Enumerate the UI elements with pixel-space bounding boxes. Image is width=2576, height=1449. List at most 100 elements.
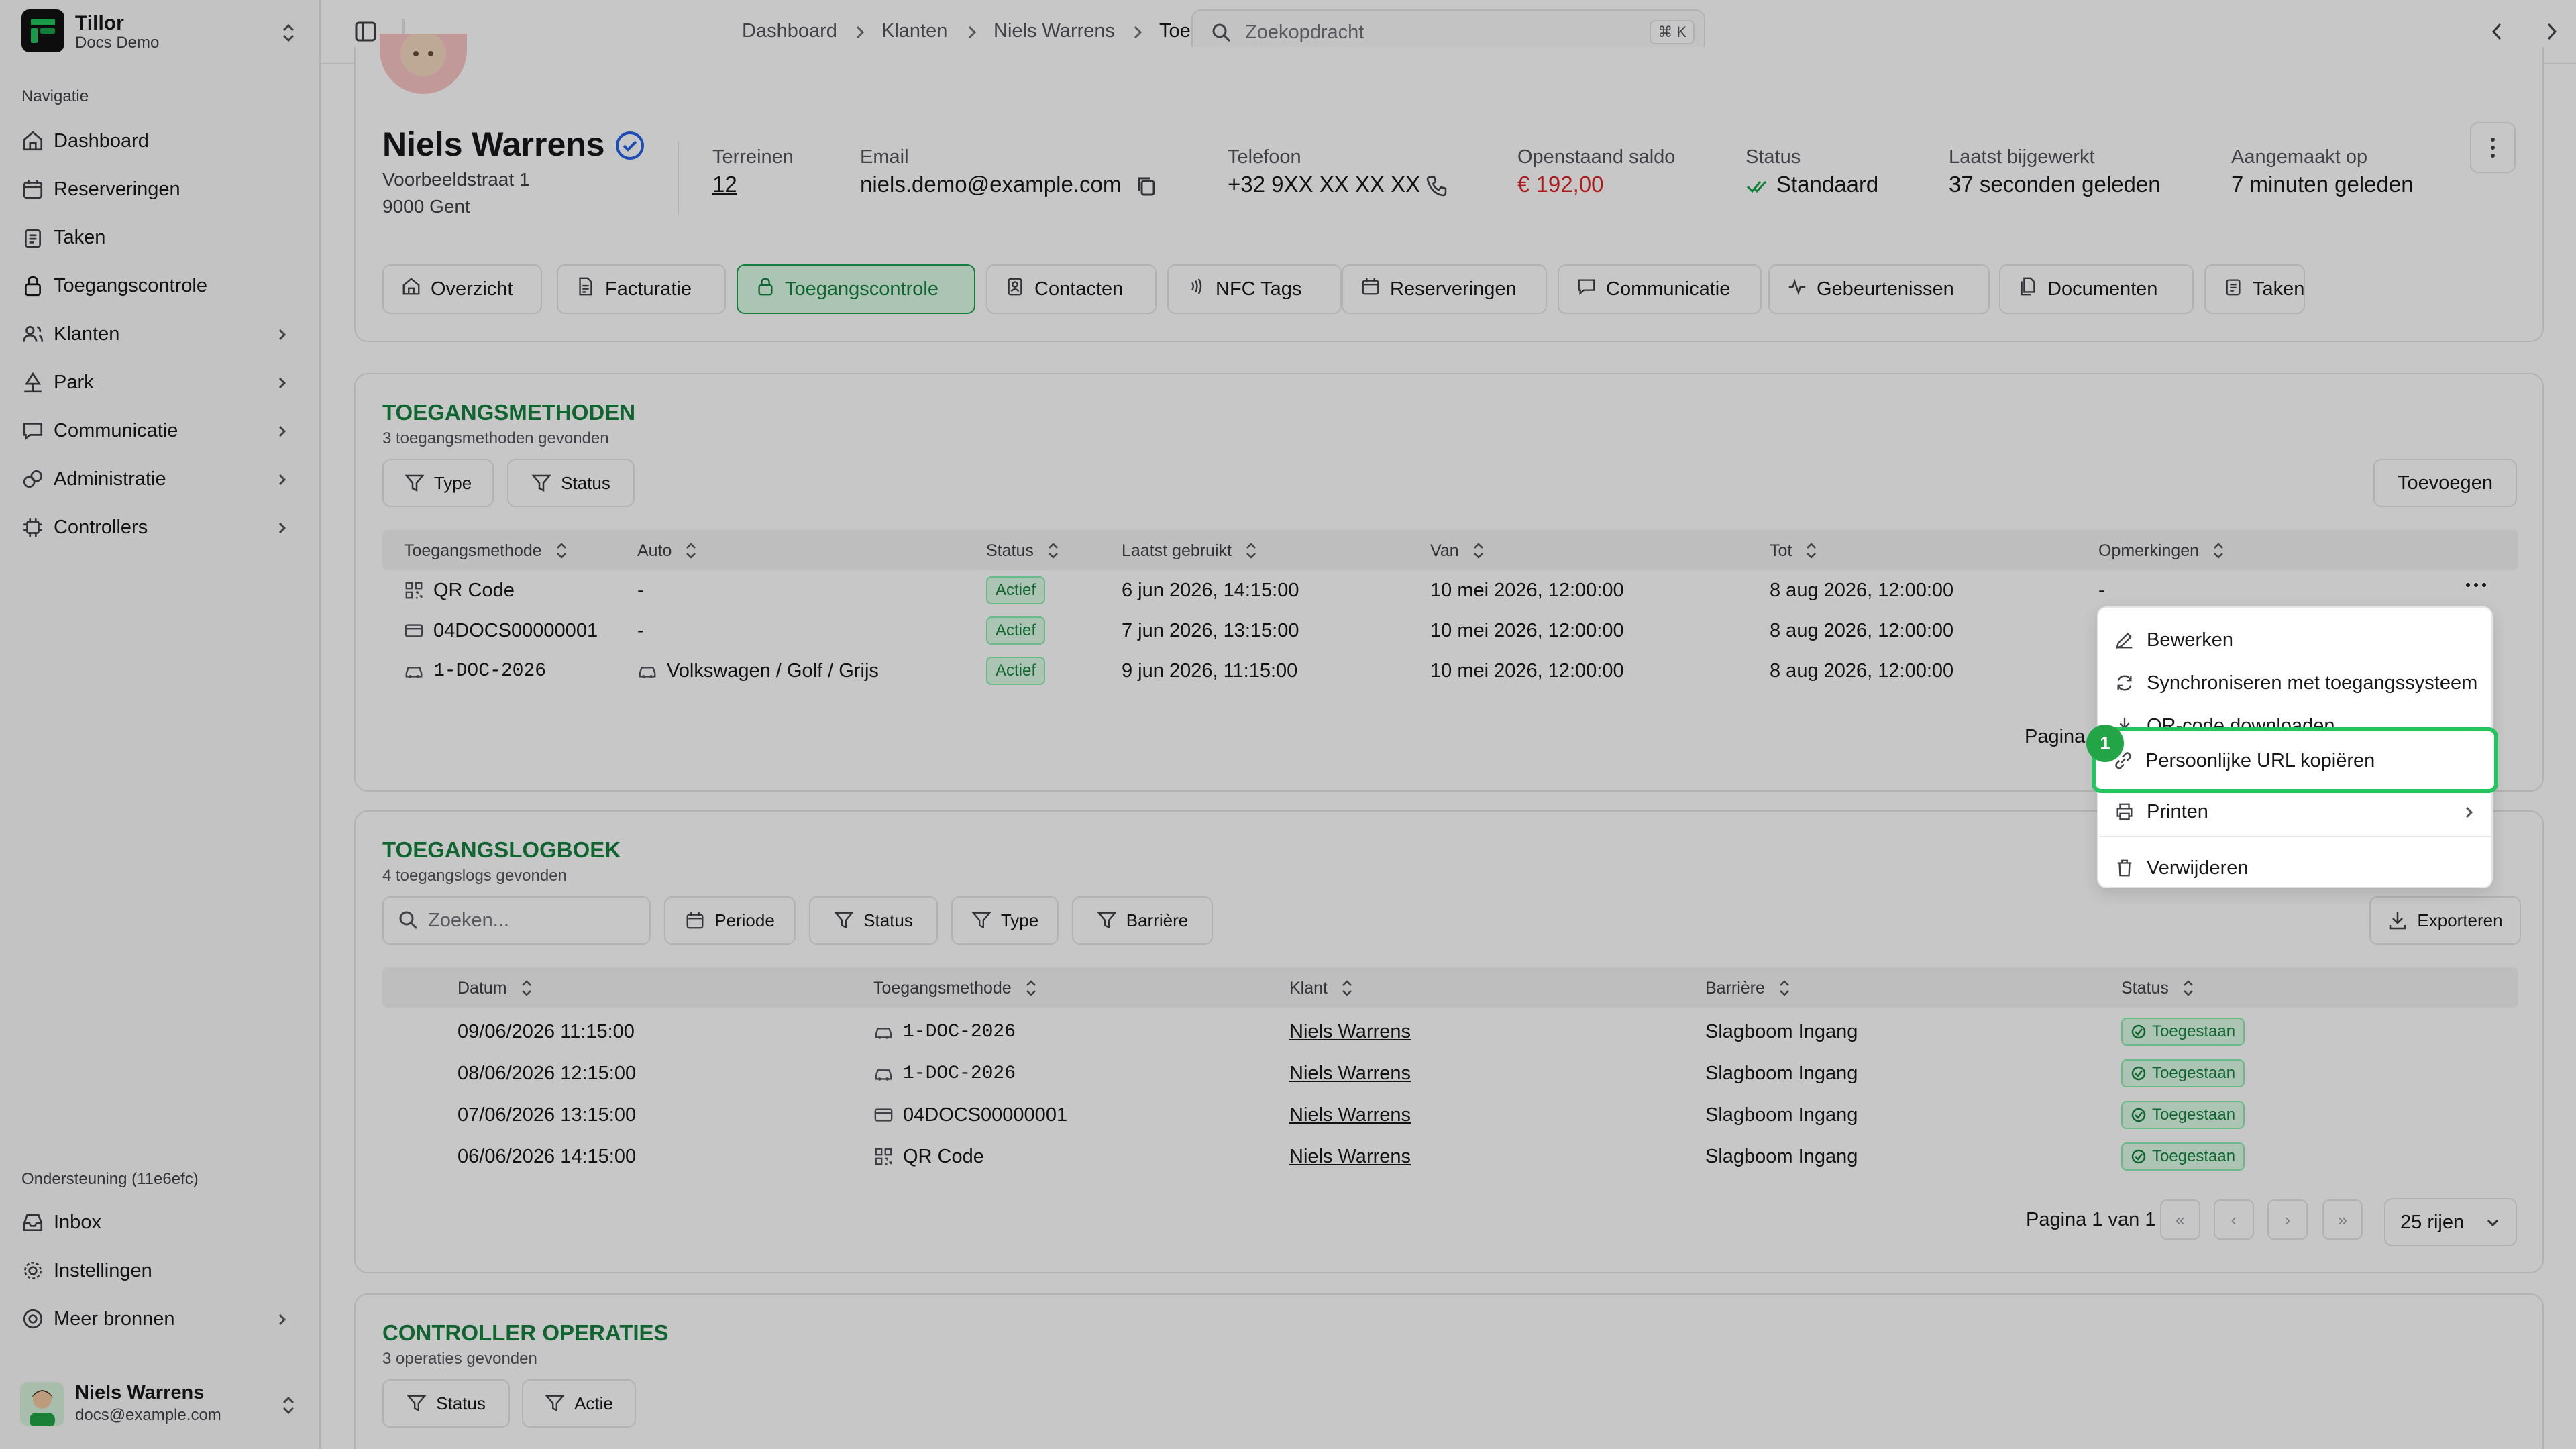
tab-gebeurtenissen[interactable]: Gebeurtenissen bbox=[1768, 264, 1990, 314]
sort-icon[interactable] bbox=[554, 541, 569, 561]
sort-icon[interactable] bbox=[519, 978, 534, 998]
prev-page-button[interactable]: ‹ bbox=[2214, 1199, 2254, 1240]
export-button[interactable]: Exporteren bbox=[2369, 896, 2521, 945]
log-customer-link[interactable]: Niels Warrens bbox=[1289, 1017, 1411, 1046]
column-header[interactable]: Auto bbox=[637, 541, 698, 561]
coins-icon bbox=[23, 470, 43, 488]
sidebar-item-label: Toegangscontrole bbox=[54, 274, 207, 297]
last-page-button[interactable]: » bbox=[2322, 1199, 2363, 1240]
sort-icon[interactable] bbox=[2211, 541, 2226, 561]
column-header[interactable]: Opmerkingen bbox=[2098, 541, 2226, 561]
qr-icon bbox=[405, 582, 423, 599]
rows-per-page-select[interactable]: 25 rijen bbox=[2384, 1198, 2517, 1246]
column-header[interactable]: Klant bbox=[1289, 978, 1354, 998]
user-menu-icon[interactable] bbox=[280, 1395, 297, 1419]
sidebar-item-klanten[interactable]: Klanten bbox=[21, 313, 303, 356]
column-header[interactable]: Barrière bbox=[1705, 978, 1792, 998]
log-filter-2[interactable]: Type bbox=[951, 896, 1059, 945]
operations-filter-0[interactable]: Status bbox=[382, 1379, 510, 1428]
operations-filter-1[interactable]: Actie bbox=[522, 1379, 636, 1428]
sidebar-toggle-icon[interactable] bbox=[354, 20, 377, 46]
tab-taken[interactable]: Taken bbox=[2204, 264, 2305, 314]
workspace-switcher-icon[interactable] bbox=[280, 23, 297, 46]
tab-reserveringen[interactable]: Reserveringen bbox=[1342, 264, 1547, 314]
tab-facturatie[interactable]: Facturatie bbox=[557, 264, 726, 314]
sidebar-item-toegangscontrole[interactable]: Toegangscontrole bbox=[21, 264, 303, 307]
phone-icon[interactable] bbox=[1425, 174, 1448, 201]
menu-item-copy-personal-url[interactable]: Persoonlijke URL kopiëren bbox=[2098, 739, 2487, 782]
back-icon[interactable] bbox=[2487, 20, 2508, 46]
breadcrumb-item[interactable]: Niels Warrens bbox=[994, 20, 1115, 42]
menu-item-0[interactable]: Bewerken bbox=[2100, 619, 2493, 661]
column-header[interactable]: Toegangsmethode bbox=[404, 541, 569, 561]
menu-item-1[interactable]: Synchroniseren met toegangssysteem bbox=[2100, 661, 2493, 704]
menu-item-4[interactable]: Printen bbox=[2100, 790, 2493, 833]
support-item-instellingen[interactable]: Instellingen bbox=[21, 1249, 303, 1292]
log-customer-link[interactable]: Niels Warrens bbox=[1289, 1142, 1411, 1171]
more-actions-button[interactable] bbox=[2470, 122, 2516, 173]
breadcrumb-item[interactable]: Dashboard bbox=[742, 20, 837, 42]
sort-icon[interactable] bbox=[1777, 978, 1792, 998]
sort-icon[interactable] bbox=[1804, 541, 1819, 561]
log-filter-label: Barrière bbox=[1126, 910, 1189, 930]
terreinen-value[interactable]: 12 bbox=[712, 172, 737, 197]
menu-item-5[interactable]: Verwijderen bbox=[2100, 847, 2493, 890]
sort-icon[interactable] bbox=[2181, 978, 2196, 998]
column-header[interactable]: Status bbox=[2121, 978, 2196, 998]
log-customer-link[interactable]: Niels Warrens bbox=[1289, 1100, 1411, 1130]
tab-overzicht[interactable]: Overzicht bbox=[382, 264, 542, 314]
log-filter-0[interactable]: Periode bbox=[664, 896, 796, 945]
tab-toegangscontrole[interactable]: Toegangscontrole bbox=[737, 264, 975, 314]
type-filter-button[interactable]: Type bbox=[382, 459, 494, 507]
support-item-meer-bronnen[interactable]: Meer bronnen bbox=[21, 1297, 303, 1340]
column-header[interactable]: Van bbox=[1430, 541, 1486, 561]
sort-icon[interactable] bbox=[1046, 541, 1061, 561]
column-header[interactable]: Toegangsmethode bbox=[873, 978, 1038, 998]
next-page-button[interactable]: › bbox=[2267, 1199, 2308, 1240]
log-method: QR Code bbox=[903, 1145, 984, 1167]
copy-icon[interactable] bbox=[1135, 174, 1158, 201]
sidebar-item-taken[interactable]: Taken bbox=[21, 216, 303, 259]
sort-icon[interactable] bbox=[684, 541, 698, 561]
first-page-button[interactable]: « bbox=[2160, 1199, 2200, 1240]
row-actions-icon[interactable] bbox=[2465, 580, 2487, 592]
tab-nfc-tags[interactable]: NFC Tags bbox=[1167, 264, 1342, 314]
sidebar-item-communicatie[interactable]: Communicatie bbox=[21, 409, 303, 452]
user-avatar[interactable] bbox=[20, 1382, 64, 1426]
home-icon bbox=[23, 131, 43, 151]
log-barrier: Slagboom Ingang bbox=[1705, 1145, 1858, 1167]
user-email: docs@example.com bbox=[75, 1406, 221, 1424]
log-search-input[interactable]: Zoeken... bbox=[382, 896, 651, 945]
sort-icon[interactable] bbox=[1024, 978, 1038, 998]
sidebar-item-controllers[interactable]: Controllers bbox=[21, 506, 303, 549]
sort-icon[interactable] bbox=[1471, 541, 1486, 561]
log-filter-3[interactable]: Barrière bbox=[1072, 896, 1213, 945]
chevron-right-icon bbox=[278, 329, 286, 341]
forward-icon[interactable] bbox=[2541, 20, 2561, 46]
add-method-button[interactable]: Toevoegen bbox=[2373, 459, 2517, 507]
log-customer-link[interactable]: Niels Warrens bbox=[1289, 1059, 1411, 1088]
export-label: Exporteren bbox=[2417, 910, 2503, 930]
auto-cell: - bbox=[637, 616, 644, 645]
column-header[interactable]: Tot bbox=[1770, 541, 1819, 561]
sidebar-item-park[interactable]: Park bbox=[21, 361, 303, 404]
column-header[interactable]: Datum bbox=[458, 978, 534, 998]
sort-icon[interactable] bbox=[1244, 541, 1258, 561]
tab-communicatie[interactable]: Communicatie bbox=[1558, 264, 1762, 314]
log-method: 1-DOC-2026 bbox=[903, 1063, 1016, 1084]
sidebar-item-administratie[interactable]: Administratie bbox=[21, 458, 303, 500]
tab-documenten[interactable]: Documenten bbox=[1999, 264, 2194, 314]
log-status-label: Toegestaan bbox=[2152, 1106, 2236, 1124]
breadcrumb-item[interactable]: Klanten bbox=[881, 20, 947, 42]
column-header[interactable]: Status bbox=[986, 541, 1061, 561]
column-header[interactable]: Laatst gebruikt bbox=[1122, 541, 1258, 561]
sidebar-item-reserveringen[interactable]: Reserveringen bbox=[21, 168, 303, 211]
brand-logo[interactable] bbox=[21, 9, 64, 52]
support-item-inbox[interactable]: Inbox bbox=[21, 1201, 303, 1244]
log-filter-1[interactable]: Status bbox=[809, 896, 938, 945]
tab-contacten[interactable]: Contacten bbox=[986, 264, 1157, 314]
sidebar-item-dashboard[interactable]: Dashboard bbox=[21, 119, 303, 162]
sort-icon[interactable] bbox=[1340, 978, 1354, 998]
method-value: QR Code bbox=[433, 579, 515, 601]
status-filter-button[interactable]: Status bbox=[507, 459, 635, 507]
